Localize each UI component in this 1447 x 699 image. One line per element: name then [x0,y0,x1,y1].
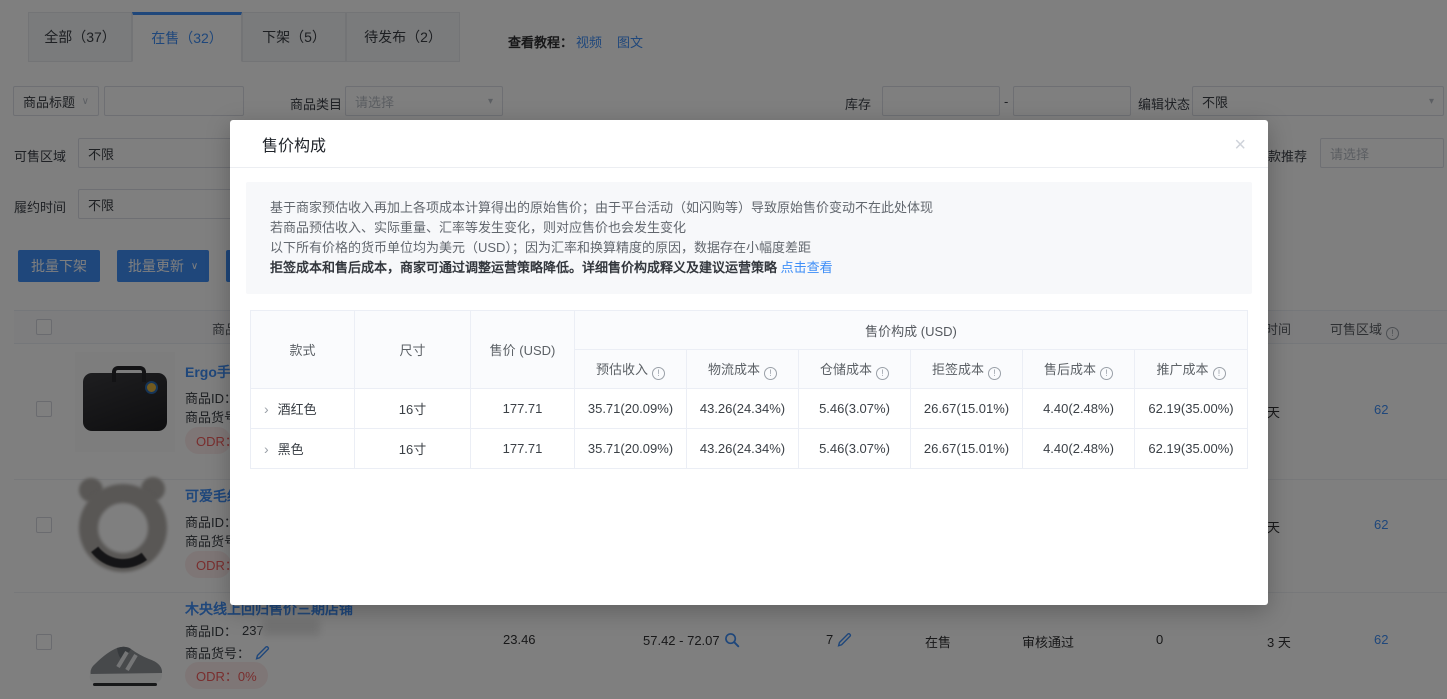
size-value: 16寸 [355,429,471,469]
style-value: 黑色 [278,442,304,457]
col-size-header: 尺寸 [355,311,471,389]
rejection-value: 26.67(15.01%) [911,389,1023,429]
est-income-value: 35.71(20.09%) [575,389,687,429]
close-icon[interactable]: × [1230,130,1250,161]
rejection-value: 26.67(15.01%) [911,429,1023,469]
price-composition-table: 款式 尺寸 售价 (USD) 售价构成 (USD) 预估收入! 物流成本! 仓储… [250,310,1248,469]
subcol-promotion-header: 推广成本! [1135,350,1248,389]
view-details-link[interactable]: 点击查看 [781,260,833,275]
screen: 全部（37） 在售（32） 下架（5） 待发布（2） 查看教程： 视频 图文 商… [0,0,1447,699]
col-style-header: 款式 [251,311,355,389]
info-line-strong-text: 拒签成本和售后成本，商家可通过调整运营策略降低。详细售价构成释义及建议运营策略 [270,260,777,275]
style-value: 酒红色 [278,402,317,417]
subcol-est-income-header: 预估收入! [575,350,687,389]
info-icon[interactable]: ! [652,367,665,380]
info-line: 若商品预估收入、实际重量、汇率等发生变化，则对应售价也会发生变化 [270,218,1228,238]
est-income-value: 35.71(20.09%) [575,429,687,469]
warehouse-value: 5.46(3.07%) [799,389,911,429]
group-header: 售价构成 (USD) [575,311,1248,350]
subcol-warehouse-header: 仓储成本! [799,350,911,389]
info-line: 以下所有价格的货币单位均为美元（USD）；因为汇率和换算精度的原因，数据存在小幅… [270,238,1228,258]
info-icon[interactable]: ! [1213,367,1226,380]
info-icon[interactable]: ! [1100,367,1113,380]
warehouse-value: 5.46(3.07%) [799,429,911,469]
modal-info-box: 基于商家预估收入再加上各项成本计算得出的原始售价；由于平台活动（如闪购等）导致原… [246,182,1252,294]
info-icon[interactable]: ! [988,367,1001,380]
modal-title: 售价构成 [262,132,326,156]
expand-chevron-icon[interactable]: › [264,441,269,457]
expand-chevron-icon[interactable]: › [264,401,269,417]
price-composition-modal: 售价构成 × 基于商家预估收入再加上各项成本计算得出的原始售价；由于平台活动（如… [230,120,1268,605]
logistics-value: 43.26(24.34%) [687,429,799,469]
price-value: 177.71 [471,429,575,469]
info-line-bold: 拒签成本和售后成本，商家可通过调整运营策略降低。详细售价构成释义及建议运营策略 … [270,258,1228,278]
subcol-logistics-header: 物流成本! [687,350,799,389]
promotion-value: 62.19(35.00%) [1135,429,1248,469]
info-line: 基于商家预估收入再加上各项成本计算得出的原始售价；由于平台活动（如闪购等）导致原… [270,198,1228,218]
aftersale-value: 4.40(2.48%) [1023,389,1135,429]
info-icon[interactable]: ! [764,367,777,380]
size-value: 16寸 [355,389,471,429]
promotion-value: 62.19(35.00%) [1135,389,1248,429]
logistics-value: 43.26(24.34%) [687,389,799,429]
modal-header: 售价构成 [230,120,1268,168]
col-price-header: 售价 (USD) [471,311,575,389]
price-value: 177.71 [471,389,575,429]
info-icon[interactable]: ! [876,367,889,380]
table-row: › 酒红色 16寸 177.71 35.71(20.09%) 43.26(24.3… [251,389,1248,429]
table-row: › 黑色 16寸 177.71 35.71(20.09%) 43.26(24.34… [251,429,1248,469]
aftersale-value: 4.40(2.48%) [1023,429,1135,469]
subcol-aftersale-header: 售后成本! [1023,350,1135,389]
subcol-rejection-header: 拒签成本! [911,350,1023,389]
